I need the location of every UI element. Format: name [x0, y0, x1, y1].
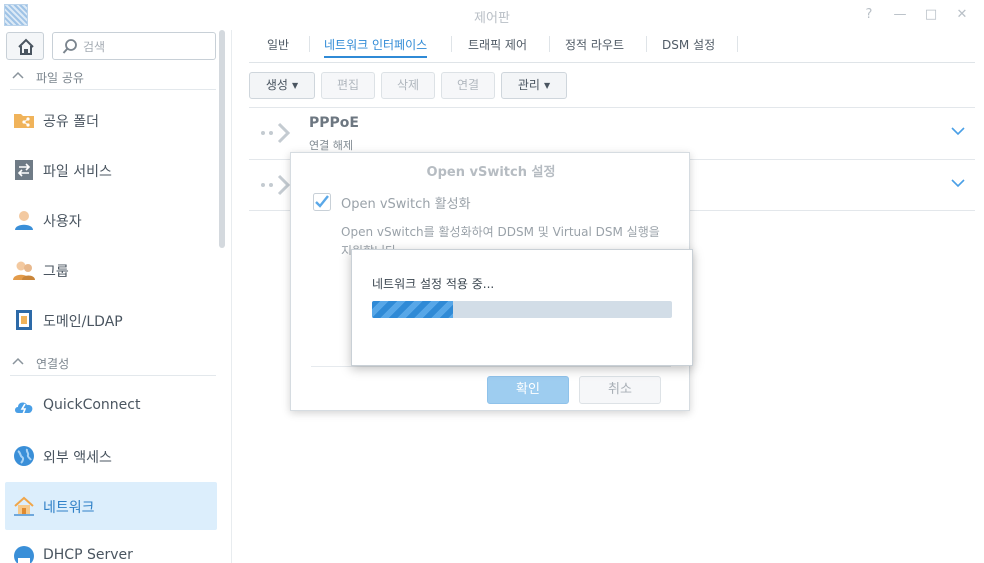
- shared-folder-icon: [14, 114, 34, 128]
- chevron-down-icon[interactable]: [951, 178, 965, 188]
- quickconnect-icon: [15, 402, 33, 415]
- sidebar-item-quickconnect[interactable]: QuickConnect: [5, 382, 217, 430]
- manage-button[interactable]: 관리 ▼: [501, 72, 567, 99]
- progress-message: 네트워크 설정 적용 중...: [372, 277, 495, 291]
- progress-bar-fill: [372, 301, 453, 318]
- progress-bar: [372, 301, 672, 318]
- progress-popup: 네트워크 설정 적용 중...: [351, 249, 693, 366]
- sidebar-item-file-services[interactable]: 파일 서비스: [5, 146, 217, 194]
- manage-button-label: 관리: [517, 78, 540, 92]
- enable-open-vswitch-checkbox[interactable]: [313, 193, 331, 211]
- ok-button[interactable]: 확인: [487, 376, 569, 404]
- dialog-title: Open vSwitch 설정: [426, 165, 556, 180]
- sidebar: 파일 공유 공유 폴더 파일 서비스 사용자 그룹: [0, 30, 232, 563]
- caret-down-icon: ▼: [543, 81, 551, 90]
- cancel-button[interactable]: 취소: [579, 376, 661, 404]
- delete-button[interactable]: 삭제: [381, 72, 435, 99]
- help-button[interactable]: ?: [860, 6, 878, 24]
- close-button[interactable]: ✕: [953, 6, 971, 24]
- connect-button[interactable]: 연결: [441, 72, 495, 99]
- tab-divider: [737, 36, 738, 52]
- title-bar: 제어판 ? — □ ✕: [0, 0, 984, 30]
- section-header-connectivity[interactable]: 연결성: [10, 354, 216, 376]
- tab-network-interface[interactable]: 네트워크 인터페이스: [324, 30, 428, 58]
- edit-button[interactable]: 편집: [321, 72, 375, 99]
- sidebar-item-user[interactable]: 사용자: [5, 196, 217, 244]
- sidebar-item-external-access[interactable]: 외부 액세스: [5, 432, 217, 480]
- dhcp-server-icon: [14, 546, 34, 563]
- interface-status: 연결 해제: [309, 139, 353, 152]
- tab-divider: [646, 36, 647, 52]
- window-title: 제어판: [474, 11, 510, 26]
- tab-general[interactable]: 일반: [267, 30, 289, 58]
- connection-disconnected-icon: [261, 122, 291, 144]
- search-input[interactable]: [83, 38, 211, 56]
- tab-bar: 일반 네트워크 인터페이스 트래픽 제어 정적 라우트 DSM 설정: [249, 30, 975, 63]
- sidebar-item-label: 네트워크: [43, 500, 95, 516]
- search-box[interactable]: [52, 32, 216, 60]
- tab-traffic-control[interactable]: 트래픽 제어: [468, 30, 527, 58]
- sidebar-item-dhcp-server[interactable]: DHCP Server: [5, 532, 217, 563]
- sidebar-item-domain-ldap[interactable]: 도메인/LDAP: [5, 296, 217, 344]
- search-icon: [62, 39, 77, 54]
- dialog-divider: [311, 366, 671, 367]
- tab-divider: [309, 36, 310, 52]
- sidebar-item-label: 도메인/LDAP: [43, 314, 123, 330]
- sidebar-item-label: QuickConnect: [43, 397, 141, 413]
- create-button[interactable]: 생성 ▼: [249, 72, 315, 99]
- group-icon: [13, 261, 35, 280]
- sidebar-item-label: 파일 서비스: [43, 164, 112, 180]
- sidebar-item-label: 외부 액세스: [43, 450, 112, 466]
- sidebar-item-label: DHCP Server: [43, 547, 133, 563]
- sidebar-item-group[interactable]: 그룹: [5, 246, 217, 294]
- section-header-file-sharing[interactable]: 파일 공유: [10, 68, 216, 90]
- home-icon: [18, 38, 34, 55]
- external-access-icon: [14, 446, 34, 466]
- maximize-button[interactable]: □: [922, 6, 940, 24]
- checkbox-label: Open vSwitch 활성화: [341, 197, 471, 212]
- file-services-icon: [15, 160, 33, 180]
- domain-ldap-icon: [16, 310, 32, 330]
- tab-dsm-settings[interactable]: DSM 설정: [662, 30, 715, 58]
- chevron-up-icon: [12, 71, 24, 79]
- sidebar-item-label: 그룹: [43, 264, 69, 280]
- tab-static-route[interactable]: 정적 라우트: [565, 30, 624, 58]
- network-icon: [14, 496, 34, 516]
- chevron-up-icon: [12, 357, 24, 365]
- create-button-label: 생성: [265, 78, 288, 92]
- caret-down-icon: ▼: [291, 81, 299, 90]
- sidebar-item-network[interactable]: 네트워크: [5, 482, 217, 530]
- sidebar-item-label: 사용자: [43, 214, 82, 230]
- tab-divider: [451, 36, 452, 52]
- sidebar-item-label: 공유 폴더: [43, 114, 99, 130]
- user-icon: [15, 211, 33, 230]
- chevron-down-icon[interactable]: [951, 126, 965, 136]
- sidebar-item-shared-folder[interactable]: 공유 폴더: [5, 96, 217, 144]
- interface-name: PPPoE: [309, 115, 359, 131]
- home-button[interactable]: [6, 32, 44, 60]
- minimize-button[interactable]: —: [891, 6, 909, 24]
- tab-divider: [549, 36, 550, 52]
- sidebar-scrollbar[interactable]: [219, 30, 225, 248]
